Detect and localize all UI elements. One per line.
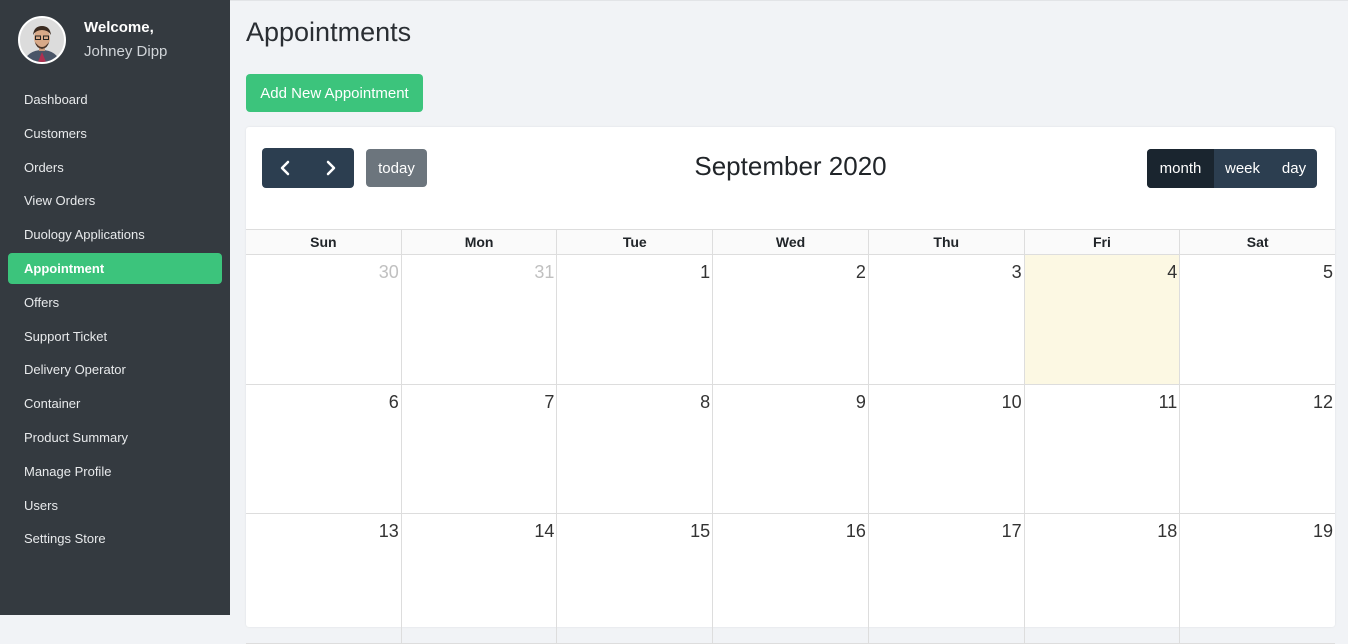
day-number[interactable]: 12 [1313, 392, 1333, 412]
sidebar-item-container[interactable]: Container [8, 388, 222, 419]
day-cell[interactable]: 17 [869, 514, 1025, 643]
day-number[interactable]: 17 [1002, 521, 1022, 541]
weekday-header-fri: Fri [1025, 230, 1181, 254]
day-number[interactable]: 6 [389, 392, 399, 412]
day-number[interactable]: 16 [846, 521, 866, 541]
page-title: Appointments [246, 17, 412, 47]
user-profile: Welcome, Johney Dipp [18, 16, 223, 66]
add-appointment-button[interactable]: Add New Appointment [246, 74, 423, 112]
day-number[interactable]: 3 [1012, 262, 1022, 282]
day-cell[interactable]: 8 [557, 384, 714, 513]
week-row: 13 14 15 16 17 18 19 [246, 514, 1335, 644]
day-number[interactable]: 30 [379, 262, 399, 282]
day-number[interactable]: 19 [1313, 521, 1333, 541]
day-cell[interactable]: 13 [246, 514, 402, 643]
day-cell[interactable]: 9 [713, 384, 869, 513]
week-row: 6 7 8 9 10 11 12 [246, 384, 1335, 514]
day-number[interactable]: 14 [534, 521, 554, 541]
sidebar-item-orders[interactable]: Orders [8, 152, 222, 183]
weekday-header-sun: Sun [246, 230, 402, 254]
day-number[interactable]: 11 [1159, 392, 1178, 412]
calendar-card: today September 2020 month week day Sun M… [246, 127, 1335, 644]
sidebar-item-delivery-operator[interactable]: Delivery Operator [8, 354, 222, 385]
day-cell[interactable]: 3 [869, 255, 1025, 384]
day-number[interactable]: 7 [544, 392, 554, 412]
day-cell[interactable]: 19 [1180, 514, 1335, 643]
avatar[interactable] [18, 16, 66, 64]
week-row: 30 31 1 2 3 4 5 [246, 255, 1335, 385]
day-number[interactable]: 8 [700, 392, 710, 412]
sidebar-item-offers[interactable]: Offers [8, 287, 222, 318]
welcome-text: Welcome, [84, 19, 154, 36]
weekday-header-thu: Thu [869, 230, 1025, 254]
day-cell[interactable]: 12 [1180, 385, 1335, 514]
day-number[interactable]: 18 [1157, 521, 1177, 541]
view-switcher: month week day [1147, 149, 1317, 188]
day-number[interactable]: 4 [1167, 262, 1177, 282]
calendar-grid: Sun Mon Tue Wed Thu Fri Sat 30 31 1 2 3 4 5 6 7 8 9 10 11 1… [246, 229, 1335, 644]
sidebar-item-duology-applications[interactable]: Duology Applications [8, 219, 222, 250]
weekday-header: Sun Mon Tue Wed Thu Fri Sat [246, 229, 1335, 255]
day-cell[interactable]: 7 [402, 384, 558, 513]
weekday-header-mon: Mon [402, 230, 558, 254]
day-cell[interactable]: 11 [1025, 384, 1181, 513]
day-cell[interactable]: 30 [246, 255, 402, 384]
day-cell[interactable]: 14 [402, 514, 558, 643]
main-content: Appointments Add New Appointment today S… [230, 0, 1348, 644]
day-cell[interactable]: 5 [1180, 255, 1335, 384]
day-cell[interactable]: 6 [246, 384, 402, 513]
day-number[interactable]: 1 [700, 262, 710, 282]
day-cell[interactable]: 10 [869, 384, 1025, 513]
sidebar-item-view-orders[interactable]: View Orders [8, 185, 222, 216]
day-number[interactable]: 31 [534, 262, 554, 282]
sidebar-item-settings-store[interactable]: Settings Store [8, 523, 222, 554]
day-cell-today[interactable]: 4 [1024, 255, 1181, 384]
day-number[interactable]: 9 [856, 392, 866, 412]
day-number[interactable]: 13 [379, 521, 399, 541]
day-cell[interactable]: 15 [557, 514, 714, 643]
day-cell[interactable]: 16 [713, 514, 869, 643]
sidebar: Welcome, Johney Dipp Dashboard Customers O… [0, 0, 230, 615]
sidebar-item-manage-profile[interactable]: Manage Profile [8, 456, 222, 487]
sidebar-item-appointment[interactable]: Appointment [8, 252, 222, 284]
user-name: Johney Dipp [84, 43, 168, 60]
view-month-button[interactable]: month [1147, 149, 1214, 188]
sidebar-nav: Dashboard Customers Orders View Orders Duolo… [8, 84, 222, 557]
sidebar-item-customers[interactable]: Customers [8, 118, 222, 149]
weekday-header-tue: Tue [557, 230, 714, 254]
sidebar-item-support-ticket[interactable]: Support Ticket [8, 321, 222, 352]
day-cell[interactable]: 18 [1025, 514, 1181, 643]
day-number[interactable]: 15 [690, 521, 710, 541]
day-cell[interactable]: 31 [402, 255, 558, 384]
view-week-button[interactable]: week [1214, 149, 1271, 188]
view-day-button[interactable]: day [1271, 149, 1317, 188]
day-number[interactable]: 2 [856, 262, 866, 282]
day-cell[interactable]: 2 [713, 255, 869, 384]
day-cell[interactable]: 1 [557, 255, 714, 384]
weekday-header-wed: Wed [713, 230, 869, 254]
day-number[interactable]: 10 [1002, 392, 1022, 412]
sidebar-item-users[interactable]: Users [8, 490, 222, 521]
sidebar-item-dashboard[interactable]: Dashboard [8, 84, 222, 115]
sidebar-item-product-summary[interactable]: Product Summary [8, 422, 222, 453]
day-number[interactable]: 5 [1323, 262, 1333, 282]
weekday-header-sat: Sat [1246, 234, 1269, 250]
